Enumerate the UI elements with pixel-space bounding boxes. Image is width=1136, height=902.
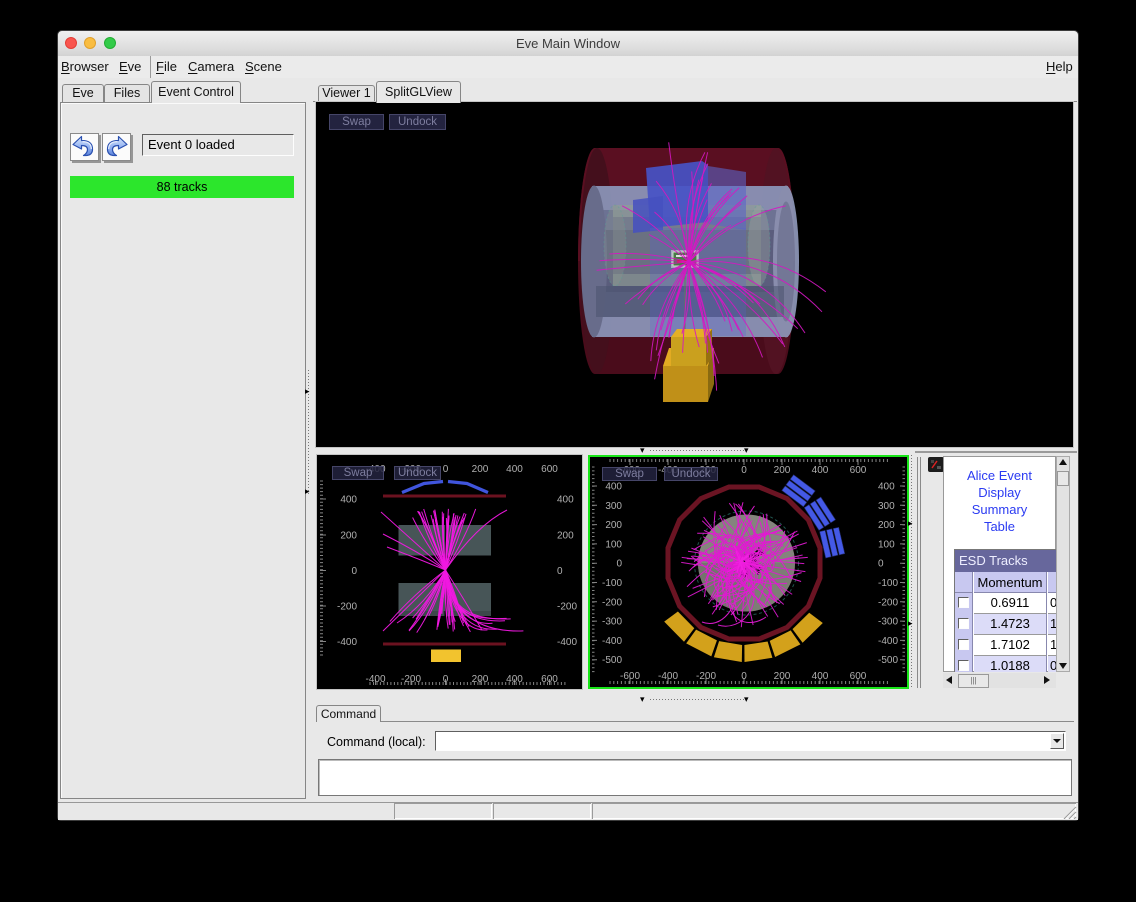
svg-text:400: 400 [605, 482, 622, 493]
svg-text:-400: -400 [557, 637, 577, 648]
svg-text:0: 0 [741, 671, 747, 682]
svg-text:600: 600 [541, 464, 558, 475]
svg-text:0: 0 [741, 465, 747, 476]
svg-text:200: 200 [557, 531, 574, 542]
svg-text:-200: -200 [401, 674, 421, 685]
svg-text:600: 600 [541, 674, 558, 685]
svg-text:-200: -200 [696, 671, 716, 682]
svg-text:200: 200 [774, 465, 791, 476]
svg-text:200: 200 [340, 531, 357, 542]
svg-text:200: 200 [878, 520, 895, 531]
svg-text:100: 100 [878, 539, 895, 550]
svg-text:-200: -200 [557, 602, 577, 613]
svg-text:-500: -500 [878, 655, 898, 666]
svg-text:-200: -200 [337, 602, 357, 613]
svg-text:0: 0 [616, 559, 622, 570]
svg-text:400: 400 [340, 495, 357, 506]
svg-text:0: 0 [557, 566, 563, 577]
svg-text:300: 300 [878, 501, 895, 512]
svg-text:-400: -400 [658, 671, 678, 682]
svg-text:200: 200 [472, 464, 489, 475]
svg-text:-200: -200 [602, 597, 622, 608]
svg-text:0: 0 [443, 464, 449, 475]
svg-text:-300: -300 [878, 617, 898, 628]
svg-text:-100: -100 [878, 578, 898, 589]
svg-text:200: 200 [774, 671, 791, 682]
svg-text:-500: -500 [602, 655, 622, 666]
svg-text:400: 400 [557, 495, 574, 506]
svg-text:200: 200 [472, 674, 489, 685]
svg-text:-400: -400 [365, 674, 385, 685]
svg-text:600: 600 [850, 465, 867, 476]
svg-text:200: 200 [605, 520, 622, 531]
svg-text:0: 0 [443, 674, 449, 685]
svg-text:300: 300 [605, 501, 622, 512]
svg-text:400: 400 [506, 464, 523, 475]
svg-text:-400: -400 [878, 636, 898, 647]
svg-text:-600: -600 [620, 671, 640, 682]
svg-text:400: 400 [878, 482, 895, 493]
svg-text:100: 100 [605, 539, 622, 550]
svg-text:-100: -100 [602, 578, 622, 589]
svg-text:400: 400 [812, 465, 829, 476]
svg-text:-200: -200 [878, 597, 898, 608]
svg-text:0: 0 [878, 559, 884, 570]
svg-text:-400: -400 [602, 636, 622, 647]
svg-text:400: 400 [812, 671, 829, 682]
svg-text:-400: -400 [337, 637, 357, 648]
svg-text:0: 0 [351, 566, 357, 577]
svg-text:400: 400 [506, 674, 523, 685]
svg-text:-300: -300 [602, 617, 622, 628]
svg-text:600: 600 [850, 671, 867, 682]
